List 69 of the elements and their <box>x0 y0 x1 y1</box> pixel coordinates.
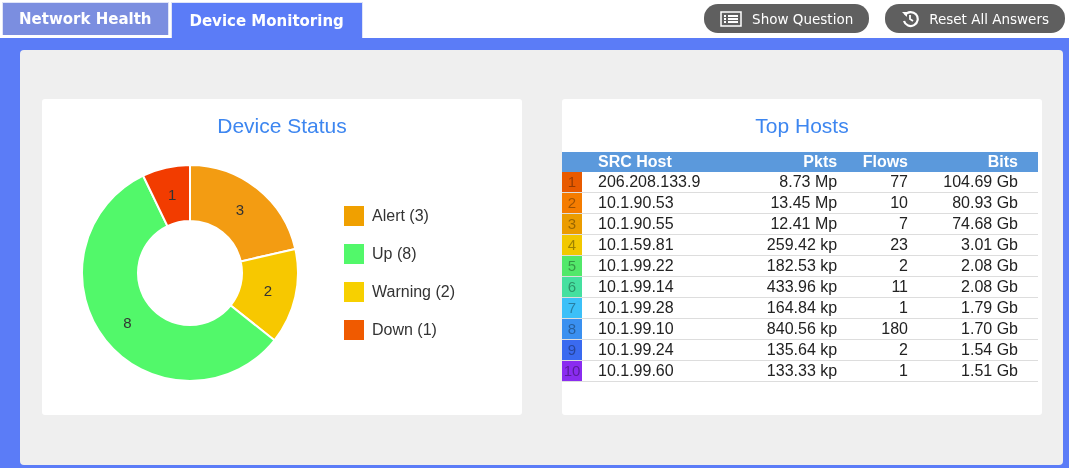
table-cell: 8.73 Mp <box>766 172 838 193</box>
table-cell: 1 <box>837 297 908 319</box>
table-cell: 10.1.59.81 <box>582 234 767 256</box>
table-cell: 10 <box>837 192 908 214</box>
table-cell: 840.56 kp <box>766 318 838 340</box>
reset-icon <box>901 9 920 28</box>
table-cell: 2.08 Gb <box>908 255 1038 277</box>
rank-badge: 8 <box>562 318 582 340</box>
table-cell: 104.69 Gb <box>908 172 1038 193</box>
rank-badge: 10 <box>562 360 582 382</box>
table-cell: 13.45 Mp <box>766 192 838 214</box>
table-cell: 10.1.99.24 <box>582 339 767 361</box>
slice-label: 1 <box>168 186 177 203</box>
table-cell: 74.68 Gb <box>908 213 1038 235</box>
table-cell: 12.41 Mp <box>766 213 838 235</box>
table-cell: 10.1.99.10 <box>582 318 767 340</box>
table-cell: 10.1.99.22 <box>582 255 767 277</box>
column-header: SRC Host <box>582 152 767 172</box>
legend-label: Down (1) <box>372 321 437 339</box>
table-cell: 1.54 Gb <box>908 339 1038 361</box>
card-title: Top Hosts <box>754 113 850 139</box>
table-cell: 3.01 Gb <box>908 234 1038 256</box>
table-cell: 80.93 Gb <box>908 192 1038 214</box>
card-title: Device Status <box>216 113 348 139</box>
table-cell: 433.96 kp <box>766 276 838 298</box>
table-cell: 10.1.99.28 <box>582 297 767 319</box>
rank-badge: 6 <box>562 276 582 298</box>
table-cell: 206.208.133.9 <box>582 172 767 193</box>
table-cell: 10.1.99.14 <box>582 276 767 298</box>
table-cell: 23 <box>837 234 908 256</box>
rank-badge: 1 <box>562 172 582 193</box>
legend-label: Warning (2) <box>372 283 455 301</box>
show-question-button[interactable]: Show Question <box>704 4 870 33</box>
table-cell: 1 <box>837 360 908 382</box>
table-cell: 10.1.90.55 <box>582 213 767 235</box>
table-cell: 10.1.90.53 <box>582 192 767 214</box>
table-cell: 7 <box>837 213 908 235</box>
column-header: Bits <box>908 152 1038 172</box>
table-cell: 180 <box>837 318 908 340</box>
legend-label: Alert (3) <box>372 207 429 225</box>
slice-label: 2 <box>263 281 273 299</box>
table-cell: 182.53 kp <box>766 255 838 277</box>
table-cell: 133.33 kp <box>766 360 838 382</box>
rank-badge: 7 <box>562 297 582 319</box>
column-header: Flows <box>837 152 908 172</box>
table-cell: 1.70 Gb <box>908 318 1038 340</box>
table-cell: 11 <box>837 276 908 298</box>
table-cell: 164.84 kp <box>766 297 838 319</box>
list-icon <box>720 10 743 27</box>
column-header: Pkts <box>766 152 838 172</box>
table-cell: 2.08 Gb <box>908 276 1038 298</box>
table-cell: 2 <box>837 339 908 361</box>
table-cell: 135.64 kp <box>766 339 838 361</box>
table-cell: 1.79 Gb <box>908 297 1038 319</box>
table-cell: 10.1.99.60 <box>582 360 767 382</box>
rank-badge: 4 <box>562 234 582 256</box>
rank-badge: 2 <box>562 192 582 214</box>
rank-badge: 5 <box>562 255 582 277</box>
table-cell: 1.51 Gb <box>908 360 1038 382</box>
slice-label: 3 <box>235 201 245 219</box>
rank-badge: 9 <box>562 339 582 361</box>
table-cell: 77 <box>837 172 908 193</box>
reset-button[interactable]: Reset All Answers <box>885 4 1065 33</box>
legend-label: Up (8) <box>372 245 417 263</box>
rank-badge: 3 <box>562 213 582 235</box>
tab[interactable]: Device Monitoring <box>170 2 363 38</box>
slice-label: 8 <box>123 313 132 331</box>
table-cell: 2 <box>837 255 908 277</box>
table-cell: 259.42 kp <box>766 234 838 256</box>
